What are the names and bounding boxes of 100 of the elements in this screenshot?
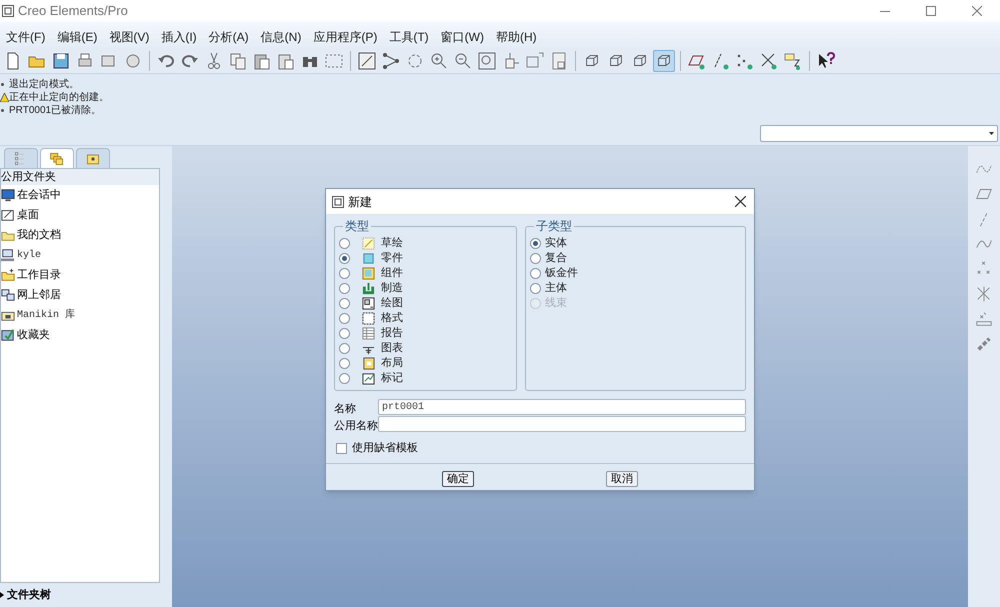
ok-button[interactable]: 确定 [442, 471, 474, 487]
model-tree-tab[interactable] [4, 148, 38, 168]
favorites-icon [1, 328, 15, 342]
zoom-window-icon[interactable] [477, 50, 497, 70]
menu-item[interactable]: 工具(T) [383, 28, 435, 46]
menu-item[interactable]: 分析(A) [202, 28, 255, 46]
message-text: PRT0001已被清除。 [9, 104, 102, 118]
drawing-icon [362, 297, 375, 310]
coordinate-system-icon[interactable] [759, 50, 779, 70]
radio-button[interactable] [339, 268, 350, 279]
radio-button[interactable] [530, 268, 541, 279]
menu-item[interactable]: 应用程序(P) [307, 28, 384, 46]
menu-item[interactable]: 视图(V) [103, 28, 156, 46]
radio-button[interactable] [339, 298, 350, 309]
radio-button[interactable] [339, 358, 350, 369]
message-text: 正在中止定向的创建。 [9, 90, 109, 104]
menu-item[interactable]: 信息(N) [254, 28, 308, 46]
folder-list-item[interactable]: 我的文档 [1, 225, 159, 245]
dropdown-arrow-icon [989, 132, 994, 135]
bullet-icon [1, 109, 4, 112]
copy-icon[interactable] [228, 50, 248, 70]
shading-toggle[interactable] [653, 50, 675, 72]
radio-button[interactable] [339, 373, 350, 384]
folder-list-item[interactable]: 网上邻居 [1, 285, 159, 305]
markup-icon [362, 372, 375, 385]
option-label: 绘图 [381, 296, 403, 312]
folder-list-item[interactable]: kyle [1, 245, 159, 265]
checkbox-label: 使用缺省模板 [352, 440, 418, 456]
close-button[interactable] [732, 194, 748, 210]
warning-icon [0, 93, 9, 102]
folder-list-item[interactable]: 桌面 [1, 205, 159, 225]
panel-header: 公用文件夹 [1, 169, 159, 185]
dropdown-field[interactable] [760, 125, 998, 142]
radio-button[interactable] [339, 328, 350, 339]
context-help-icon[interactable] [816, 50, 836, 70]
layout-icon [362, 357, 375, 370]
folder-tree-toggle[interactable]: 文件夹树 [0, 586, 51, 604]
folder-list-item[interactable]: 收藏夹 [1, 325, 159, 345]
option-label: 标记 [381, 371, 403, 386]
group-title: 子类型 [534, 218, 574, 234]
part-icon [362, 252, 375, 265]
radio-button[interactable] [339, 238, 350, 249]
text-field[interactable] [378, 416, 746, 432]
option-label: 钣金件 [545, 266, 578, 282]
computer-icon [1, 248, 15, 262]
radio-button[interactable] [530, 283, 541, 294]
option-label: 格式 [381, 311, 403, 326]
menu-item[interactable]: 编辑(E) [51, 28, 104, 46]
monitor-icon [1, 188, 15, 202]
folder-list-item[interactable]: Manikin 库 [1, 305, 159, 325]
option-label: 报告 [381, 326, 403, 342]
app-icon [2, 5, 14, 17]
dialog-app-icon [332, 196, 344, 208]
option-label: 线束 [545, 296, 567, 312]
option-label: 实体 [545, 236, 567, 252]
manufacturing-icon [362, 282, 375, 295]
folder-icon [1, 268, 15, 282]
close-icon [972, 6, 982, 16]
radio-button[interactable] [339, 313, 350, 324]
message-text: 退出定向模式。 [9, 78, 79, 92]
group-title: 类型 [343, 218, 371, 234]
folders-icon [49, 150, 65, 166]
option-label: 制造 [381, 281, 403, 296]
bullet-icon [1, 83, 4, 86]
annotation-icon[interactable] [783, 50, 803, 70]
dialog-title: 新建 [348, 194, 372, 210]
field-label: 名称 [334, 403, 357, 415]
field-label: 公用名称 [334, 420, 378, 432]
cancel-button[interactable]: 取消 [606, 471, 638, 487]
folder-list-item[interactable]: 工作目录 [1, 265, 159, 285]
option-label: 复合 [545, 251, 567, 266]
menu-item[interactable]: 插入(I) [155, 28, 203, 46]
format-icon [362, 312, 375, 325]
radio-button[interactable] [530, 238, 541, 249]
zoom-out-icon[interactable] [453, 50, 473, 70]
radio-button[interactable] [339, 253, 350, 264]
sketch-icon [362, 237, 375, 250]
option-label: 布局 [381, 356, 403, 372]
text-field[interactable]: prt0001 [378, 399, 746, 415]
menu-item[interactable]: 文件(F) [0, 28, 52, 46]
close-icon [734, 196, 746, 207]
menu-item[interactable]: 窗口(W) [434, 28, 490, 46]
option-label: 草绘 [381, 236, 403, 252]
folder-browser-tab[interactable] [40, 148, 74, 168]
favorites-tab[interactable] [76, 148, 110, 168]
radio-button[interactable] [339, 283, 350, 294]
checkbox[interactable] [336, 442, 347, 454]
report-icon [362, 327, 375, 340]
window-title: Creo Elements/Pro [18, 2, 128, 20]
save-icon[interactable] [51, 50, 71, 70]
refit-icon[interactable] [357, 50, 377, 70]
minimize-icon [880, 10, 890, 12]
network-icon [1, 288, 15, 302]
zoom-in-icon[interactable] [429, 50, 449, 70]
radio-button[interactable] [530, 253, 541, 264]
option-label: 图表 [381, 341, 403, 356]
option-label: 组件 [381, 266, 403, 282]
folder-list-item[interactable]: 在会话中 [1, 185, 159, 205]
menu-item[interactable]: 帮助(H) [490, 28, 543, 46]
radio-button[interactable] [339, 343, 350, 354]
